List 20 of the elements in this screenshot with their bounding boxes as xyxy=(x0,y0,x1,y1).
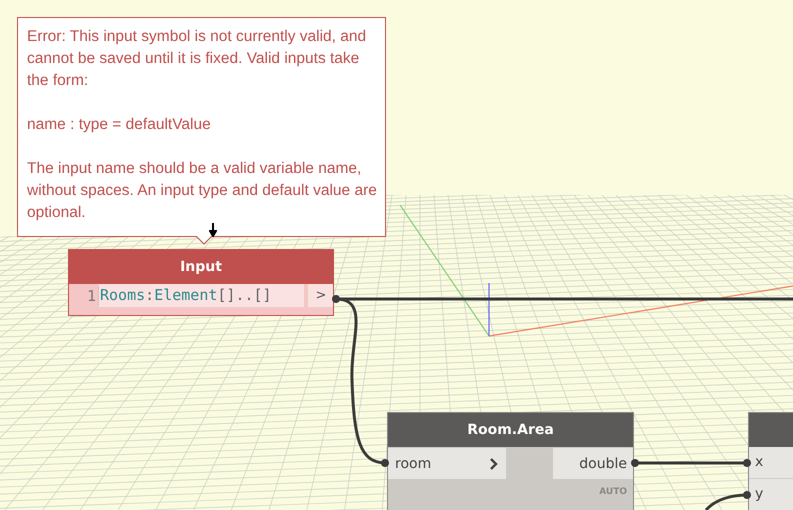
input-port[interactable]: room xyxy=(388,448,506,479)
node-title: Input xyxy=(69,250,333,284)
connector-dot-icon xyxy=(381,459,389,467)
input-node[interactable]: Input 1 Rooms:Element[]..[] > xyxy=(68,249,334,316)
partial-node[interactable]: x y xyxy=(748,412,793,510)
connector-dot-icon xyxy=(743,491,751,499)
cursor-icon xyxy=(209,223,217,237)
error-message: The input name should be a valid variable name, without spaces. An input type and default value are optional. xyxy=(27,159,377,223)
lacing-label: AUTO xyxy=(599,487,627,497)
output-port[interactable]: double xyxy=(553,448,633,479)
error-message: Error: This input symbol is not currently valid, and cannot be saved until it is fixed. Valid inputs take the form: xyxy=(27,27,368,91)
connector-dot-icon xyxy=(743,459,751,467)
room-area-node[interactable]: Room.Area room double AUTO xyxy=(387,412,634,510)
error-message: name : type = defaultValue xyxy=(27,115,212,135)
connector-dot-icon xyxy=(332,295,340,303)
code-input-field[interactable]: Rooms:Element[]..[] xyxy=(99,284,304,307)
connector-dot-icon xyxy=(631,459,639,467)
output-port[interactable]: > xyxy=(308,284,333,307)
chevron-icon xyxy=(489,458,498,470)
node-title: Room.Area xyxy=(388,413,633,447)
